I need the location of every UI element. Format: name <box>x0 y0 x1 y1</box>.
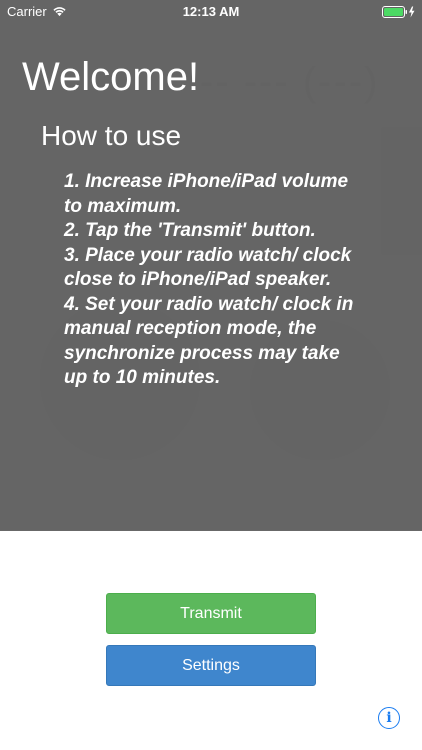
instruction-step: 3. Place your radio watch/ clock close t… <box>64 244 352 291</box>
settings-button[interactable]: Settings <box>106 645 316 686</box>
status-time: 12:13 AM <box>182 4 240 19</box>
instruction-step: 1. Increase iPhone/iPad volume to maximu… <box>64 171 349 217</box>
welcome-overlay[interactable]: Carrier 12:13 AM Welcome! How to use 1. … <box>0 0 422 531</box>
info-icon[interactable]: i <box>378 707 400 729</box>
status-bar: Carrier 12:13 AM <box>0 0 422 24</box>
instruction-step: 2. Tap the 'Transmit' button. <box>64 220 316 241</box>
transmit-button[interactable]: Transmit <box>106 593 316 634</box>
welcome-title: Welcome! <box>22 55 200 99</box>
instruction-step: 4. Set your radio watch/ clock in manual… <box>64 293 354 389</box>
instructions-list: 1. Increase iPhone/iPad volume to maximu… <box>64 170 364 391</box>
battery-charging-icon <box>382 6 415 18</box>
how-to-use-heading: How to use <box>41 120 182 151</box>
